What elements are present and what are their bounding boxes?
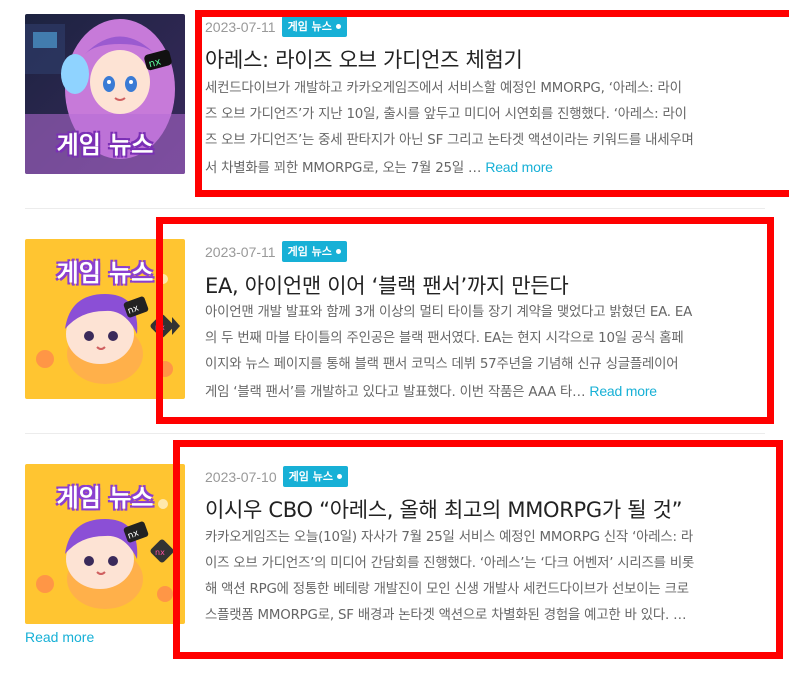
category-badge[interactable]: 게임 뉴스: [282, 466, 348, 487]
excerpt-line: 이즈 오브 가디언즈’의 미디어 간담회를 진행했다. ‘아레스’는 ‘다크 어…: [205, 556, 695, 571]
article-meta: 2023-07-11 게임 뉴스: [205, 241, 347, 262]
article-title[interactable]: 아레스: 라이즈 오브 가디언즈 체험기: [205, 44, 523, 74]
article-divider: [25, 208, 765, 209]
excerpt-line: 즈 오브 가디언즈’가 지난 10일, 출시를 앞두고 미디어 시연회를 진행했…: [205, 107, 687, 122]
article-excerpt: 카카오게임즈는 오늘(10일) 자사가 7월 25일 서비스 예정인 MMORP…: [205, 525, 765, 629]
category-label: 게임 뉴스: [287, 20, 332, 33]
article-date: 2023-07-11: [205, 243, 276, 260]
category-badge[interactable]: 게임 뉴스: [281, 16, 347, 37]
excerpt-line: 즈 오브 가디언즈’는 중세 판타지가 아닌 SF 그리고 논타겟 액션이라는 …: [205, 133, 694, 148]
read-more-link[interactable]: Read more: [485, 159, 553, 175]
article-excerpt: 아이언맨 개발 발표와 함께 3개 이상의 멀티 타이틀 장기 계약을 맺었다고…: [205, 300, 765, 406]
article-meta: 2023-07-10 게임 뉴스: [205, 466, 348, 487]
svg-text:nx: nx: [155, 323, 165, 332]
excerpt-line: 해 액션 RPG에 정통한 베테랑 개발진이 모인 신생 개발사 세컨드다이브가…: [205, 582, 689, 597]
read-more-link[interactable]: Read more: [25, 629, 94, 645]
read-more-link[interactable]: Read more: [589, 383, 657, 399]
article-meta: 2023-07-11 게임 뉴스: [205, 16, 347, 37]
excerpt-line: 게임 ‘블랙 팬서’를 개발하고 있다고 발표했다. 이번 작품은 AAA 타…: [205, 385, 586, 400]
thumbnail-caption: 게임 뉴스: [56, 484, 154, 512]
category-label: 게임 뉴스: [288, 470, 333, 483]
excerpt-line: 세컨드다이브가 개발하고 카카오게임즈에서 서비스할 예정인 MMORPG, ‘…: [205, 81, 682, 96]
excerpt-line: 스플랫폼 MMORPG로, SF 배경과 논타겟 액션으로 차별화된 경험을 예…: [205, 608, 687, 623]
article-excerpt: 세컨드다이브가 개발하고 카카오게임즈에서 서비스할 예정인 MMORPG, ‘…: [205, 76, 770, 182]
category-label: 게임 뉴스: [287, 245, 332, 258]
article-date: 2023-07-10: [205, 468, 277, 485]
article-thumbnail[interactable]: nx nx 게임 뉴스: [25, 239, 185, 399]
article-title[interactable]: EA, 아이언맨 이어 ‘블랙 팬서’까지 만든다: [205, 270, 569, 300]
dot-icon: [336, 473, 342, 479]
excerpt-line: 아이언맨 개발 발표와 함께 3개 이상의 멀티 타이틀 장기 계약을 맺었다고…: [205, 305, 693, 320]
dot-icon: [335, 23, 341, 29]
article-date: 2023-07-11: [205, 18, 276, 35]
excerpt-line: 카카오게임즈는 오늘(10일) 자사가 7월 25일 서비스 예정인 MMORP…: [205, 530, 694, 545]
excerpt-line: 서 차별화를 꾀한 MMORPG로, 오는 7월 25일 …: [205, 161, 482, 176]
article-title[interactable]: 이시우 CBO “아레스, 올해 최고의 MMORPG가 될 것”: [205, 494, 683, 524]
excerpt-line: 의 두 번째 마블 타이틀의 주인공은 블랙 팬서였다. EA는 현지 시각으로…: [205, 331, 684, 346]
article-divider: [25, 433, 765, 434]
excerpt-line: 이지와 뉴스 페이지를 통해 블랙 팬서 코믹스 데뷔 57주년을 기념해 신규…: [205, 357, 679, 372]
article-thumbnail[interactable]: nx 게임 뉴스: [25, 14, 185, 174]
svg-text:nx: nx: [155, 548, 165, 557]
dot-icon: [335, 248, 341, 254]
thumbnail-caption: 게임 뉴스: [56, 259, 154, 287]
category-badge[interactable]: 게임 뉴스: [281, 241, 347, 262]
thumbnail-caption: 게임 뉴스: [56, 131, 154, 159]
article-thumbnail[interactable]: nx nx 게임 뉴스: [25, 464, 185, 624]
